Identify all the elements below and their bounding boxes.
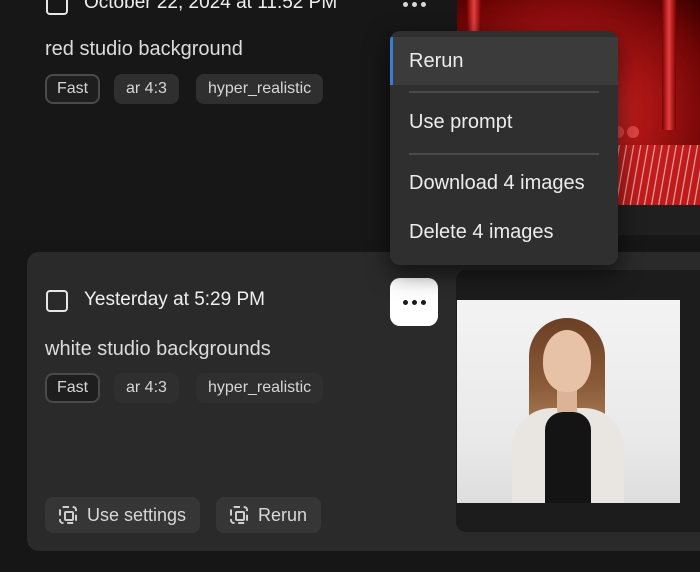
generation-date: Yesterday at 5:29 PM [84, 289, 265, 310]
menu-item-rerun[interactable]: Rerun [390, 37, 618, 85]
rerun-button[interactable]: Rerun [216, 497, 322, 533]
menu-item-use-prompt[interactable]: Use prompt [390, 98, 618, 146]
prompt-text: red studio background [45, 38, 243, 60]
tag-speed[interactable]: Fast [45, 74, 101, 104]
tag-aspect-ratio[interactable]: ar 4:3 [114, 74, 179, 104]
dot-icon [420, 299, 426, 305]
more-options-button[interactable] [396, 0, 432, 14]
select-checkbox[interactable] [46, 0, 68, 15]
generated-image-portrait[interactable] [457, 300, 680, 503]
more-options-button[interactable] [390, 278, 438, 326]
dot-icon [411, 299, 417, 305]
tag-aspect-ratio[interactable]: ar 4:3 [114, 373, 179, 403]
dot-icon [420, 1, 426, 7]
tag-style[interactable]: hyper_realistic [196, 373, 324, 403]
copy-settings-icon [59, 506, 77, 524]
menu-item-download[interactable]: Download 4 images [390, 159, 618, 207]
rerun-icon [230, 506, 248, 524]
options-menu: Rerun Use prompt Download 4 images Delet… [390, 31, 618, 265]
menu-item-delete[interactable]: Delete 4 images [390, 208, 618, 256]
tag-style[interactable]: hyper_realistic [196, 74, 324, 104]
dot-icon [402, 299, 408, 305]
use-settings-label: Use settings [87, 504, 187, 525]
tag-speed[interactable]: Fast [45, 373, 101, 403]
menu-divider [409, 153, 599, 155]
dot-icon [402, 1, 408, 7]
prompt-text: white studio backgrounds [45, 338, 271, 360]
dot-icon [411, 1, 417, 7]
generation-date: October 22, 2024 at 11:52 PM [84, 0, 338, 13]
use-settings-button[interactable]: Use settings [45, 497, 201, 533]
select-checkbox[interactable] [46, 290, 68, 312]
rerun-label: Rerun [258, 504, 308, 525]
menu-divider [409, 91, 599, 93]
